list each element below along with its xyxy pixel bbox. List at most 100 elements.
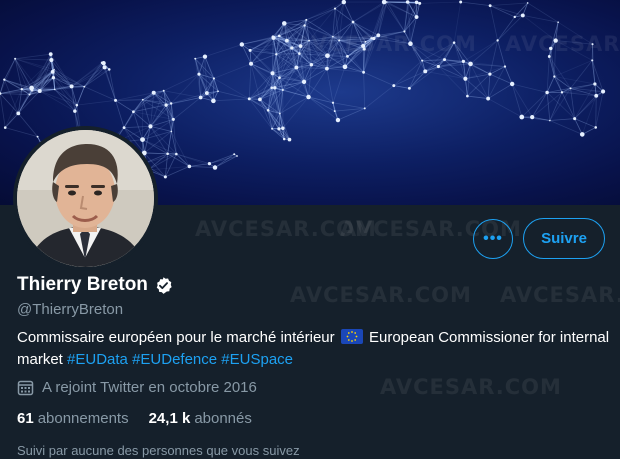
network-node [277, 127, 281, 131]
network-node [509, 81, 515, 87]
network-node [466, 94, 469, 98]
network-node [290, 46, 294, 50]
network-node [258, 97, 262, 102]
network-node [545, 90, 549, 95]
network-line [84, 86, 116, 101]
network-node [3, 126, 7, 129]
network-node [459, 0, 463, 4]
network-node [211, 98, 216, 104]
network-node [526, 2, 529, 4]
network-node [573, 117, 577, 121]
network-line [214, 153, 235, 168]
network-line [409, 60, 423, 89]
network-node [414, 15, 419, 19]
network-line [422, 59, 445, 62]
network-node [75, 103, 79, 107]
network-node [530, 114, 535, 120]
network-node [594, 126, 598, 129]
network-line [546, 56, 550, 93]
network-node [202, 54, 208, 59]
network-line [549, 118, 575, 121]
network-line [150, 126, 168, 154]
network-line [39, 90, 76, 112]
followed-by-text: Suivi par aucune des personnes que vous … [17, 443, 300, 458]
network-node [591, 59, 594, 62]
watermark: AVCESAR.COM [505, 32, 620, 56]
network-node [48, 52, 53, 57]
network-node [16, 111, 21, 116]
followers-link[interactable]: 24,1 k abonnés [149, 410, 252, 427]
network-line [497, 40, 506, 67]
hashtag-eudefence[interactable]: #EUDefence [132, 351, 217, 368]
network-line [332, 102, 365, 109]
network-node [204, 91, 209, 95]
network-line [467, 95, 489, 99]
network-node [247, 97, 251, 101]
network-node [553, 75, 556, 78]
network-node [488, 4, 492, 8]
network-node [601, 89, 606, 94]
network-node [53, 68, 55, 71]
network-node [29, 85, 34, 91]
network-line [308, 68, 328, 98]
network-node [351, 20, 355, 24]
hashtag-euspace[interactable]: #EUSpace [221, 351, 293, 368]
network-node [306, 94, 311, 100]
network-line [124, 125, 151, 129]
profile-stats: 61 abonnements 24,1 k abonnés [17, 410, 252, 427]
network-line [512, 83, 548, 93]
eu-flag-icon [340, 329, 363, 344]
network-line [425, 70, 466, 80]
network-line [460, 1, 491, 7]
network-line [546, 92, 551, 121]
network-line [409, 71, 426, 89]
hashtag-eudata[interactable]: #EUData [67, 351, 128, 368]
network-node [414, 0, 419, 5]
joined-date-text: A rejoint Twitter en octobre 2016 [42, 379, 257, 396]
network-line [489, 5, 515, 18]
network-node [36, 135, 39, 138]
network-line [363, 72, 366, 109]
follow-button[interactable]: Suivre [523, 218, 605, 259]
network-node [248, 48, 252, 52]
more-options-button[interactable]: ••• [473, 219, 513, 259]
network-line [282, 89, 309, 98]
network-node [331, 101, 335, 104]
network-line [438, 66, 466, 80]
network-line [144, 152, 168, 155]
network-line [163, 73, 200, 92]
network-node [436, 64, 440, 69]
network-line [363, 71, 394, 86]
following-link[interactable]: 61 abonnements [17, 410, 129, 427]
network-node [363, 107, 366, 110]
network-node [281, 88, 284, 91]
network-node [325, 66, 329, 71]
avatar-portrait [17, 130, 154, 267]
network-node [513, 15, 516, 19]
network-line [248, 72, 273, 100]
network-node [140, 137, 145, 143]
network-node [463, 76, 468, 81]
network-node [486, 96, 491, 101]
network-node [503, 65, 507, 68]
network-line [393, 85, 410, 89]
network-node [148, 124, 153, 129]
profile-name-row: Thierry Breton [17, 274, 173, 296]
network-node [287, 137, 292, 142]
watermark: AVCESAR.COM [500, 283, 620, 307]
network-line [167, 131, 172, 154]
network-node [3, 78, 6, 81]
network-node [333, 110, 336, 113]
profile-avatar[interactable] [13, 126, 158, 271]
network-node [53, 88, 56, 91]
network-line [76, 99, 116, 106]
network-line [511, 83, 523, 118]
profile-bio: Commissaire européen pour le marché inté… [17, 327, 612, 371]
network-line [574, 95, 597, 119]
network-line [489, 5, 499, 41]
network-node [275, 53, 278, 56]
network-node [69, 84, 74, 89]
network-line [5, 127, 38, 138]
network-node [271, 35, 276, 40]
network-node [549, 119, 551, 122]
